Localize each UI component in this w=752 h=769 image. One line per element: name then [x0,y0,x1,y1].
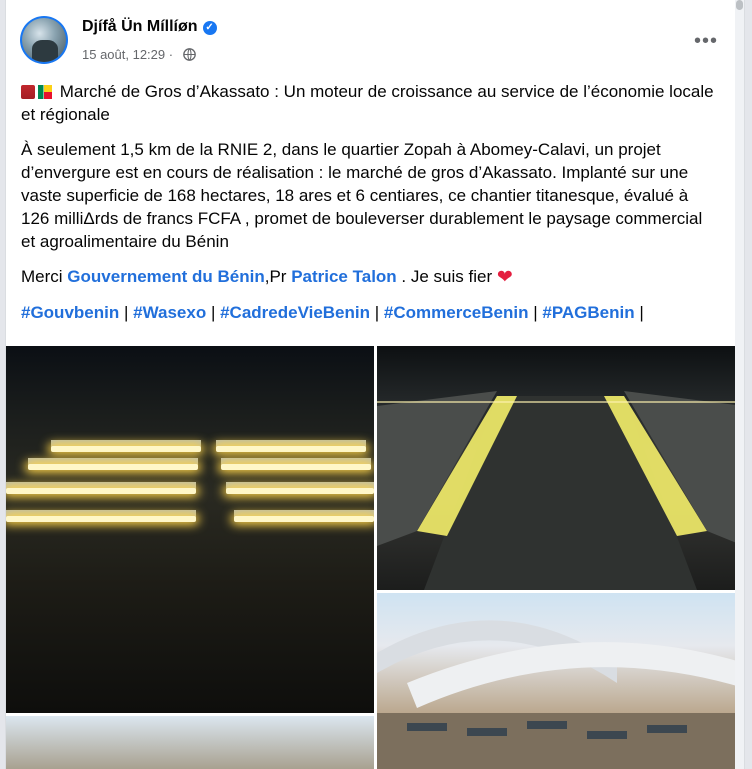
more-options-icon[interactable]: ••• [694,30,718,53]
post-text: Marché de Gros d’Akassato : Un moteur de… [21,80,721,336]
post-meta: 15 août, 12:29 · [82,47,196,62]
hashtag-separator: | [639,303,644,322]
scrollbar-thumb[interactable] [736,0,743,10]
globe-icon[interactable] [182,48,196,61]
thanks-suffix: . Je suis fier [401,267,493,286]
hashtag-gouvbenin[interactable]: #Gouvbenin [21,303,119,322]
benin-flag-icon [38,85,52,99]
light-row [216,446,366,452]
heart-icon: ❤ [496,267,513,288]
author-avatar[interactable] [20,16,68,64]
author-name[interactable]: Djífå Ün Míllíøn ✓ [82,18,217,36]
market-aisle-drawing [377,391,744,590]
market-render-drawing [377,620,744,769]
hashtag-line: #Gouvbenin | #Wasexo | #CadredeVieBenin … [21,301,721,324]
author-name-text[interactable]: Djífå Ün Míllíøn [82,18,198,35]
thanks-mid: ,Pr [264,267,287,286]
hashtag-cadredeviebenin[interactable]: #CadredeVieBenin [220,303,370,322]
light-row [234,516,374,522]
light-row [51,446,201,452]
light-row [28,464,198,470]
light-row [6,516,196,522]
meta-separator: · [168,47,174,62]
post-title-line: Marché de Gros d’Akassato : Un moteur de… [21,80,721,126]
post-card: Djífå Ün Míllíøn ✓ 15 août, 12:29 · ••• M… [5,0,745,769]
red-flag-icon [21,85,35,99]
photo-market-render[interactable] [377,593,744,769]
photo-grid [6,346,744,769]
gouvernement-link[interactable]: Gouvernement du Bénin [67,267,264,286]
hashtag-separator: | [533,303,538,322]
light-row [226,488,374,494]
verified-badge-icon: ✓ [202,21,217,35]
light-row [6,488,196,494]
hashtag-separator: | [210,303,216,322]
avatar-photo [22,18,66,62]
post-date[interactable]: 15 août, 12:29 [82,47,165,62]
thanks-prefix: Merci [21,267,63,286]
post-paragraph: À seulement 1,5 km de la RNIE 2, dans le… [21,140,703,251]
hashtag-commercebenin[interactable]: #CommerceBenin [384,303,529,322]
hashtag-pagbenin[interactable]: #PAGBenin [542,303,634,322]
patrice-talon-link[interactable]: Patrice Talon [291,267,397,286]
hashtag-separator: | [123,303,129,322]
light-row [221,464,371,470]
hashtag-separator: | [374,303,380,322]
photo-night-market-aisle[interactable] [377,346,744,590]
photo-night-aerial-market[interactable] [6,346,374,713]
hashtag-wasexo[interactable]: #Wasexo [133,303,206,322]
post-header: Djífå Ün Míllíøn ✓ 15 août, 12:29 · ••• [20,16,730,68]
post-title: Marché de Gros d’Akassato : Un moteur de… [21,82,714,124]
photo-market-thumbnail[interactable] [6,716,374,769]
thanks-line: Merci Gouvernement du Bénin,Pr Patrice T… [21,265,721,289]
scrollbar[interactable] [735,0,744,769]
